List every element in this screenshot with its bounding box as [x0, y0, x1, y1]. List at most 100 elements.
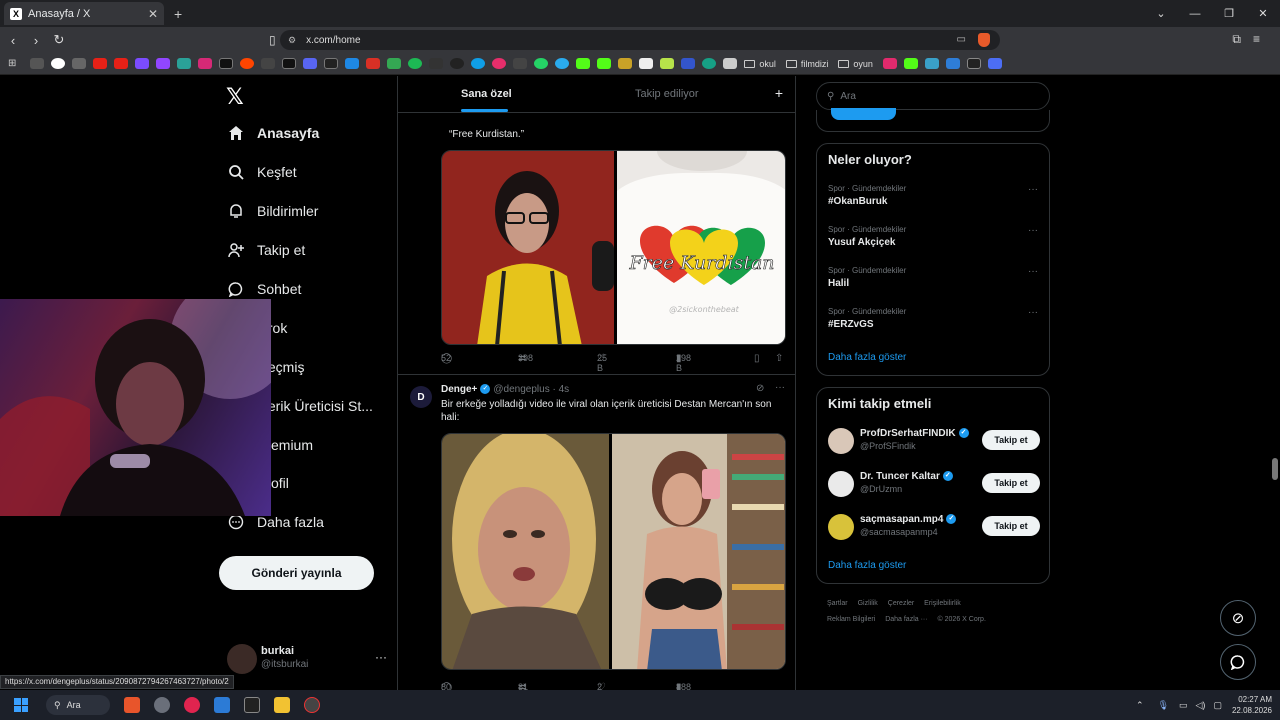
media-taskbar-icon[interactable]: [184, 697, 200, 713]
bookmark-icon[interactable]: ▯: [269, 33, 276, 47]
bookmark-tiktok-icon[interactable]: [282, 58, 297, 69]
tab-list-icon[interactable]: ⌄: [1144, 7, 1178, 20]
follow-suggestion[interactable]: Dr. Tuncer Kaltar ✓ @DrUzmn Takip et: [828, 469, 1040, 499]
bookmark-gmail-icon[interactable]: [366, 58, 381, 69]
trend-more-icon[interactable]: ···: [1028, 225, 1038, 236]
bookmark-site-icon-2[interactable]: [177, 58, 192, 69]
bookmark-site-icon-19[interactable]: [987, 58, 1002, 69]
notification-icon[interactable]: ▢: [1213, 700, 1222, 711]
bookmark-folder-oyun[interactable]: oyun: [838, 59, 873, 69]
clock[interactable]: 02:27 AM 22.08.2026: [1232, 694, 1272, 716]
trend-more-icon[interactable]: ···: [1028, 266, 1038, 277]
x-logo-icon[interactable]: 𝕏: [226, 85, 244, 110]
brave-taskbar-icon[interactable]: [124, 697, 140, 713]
network-icon[interactable]: ▭: [1179, 700, 1188, 711]
tweet-author-handle[interactable]: @dengeplus: [493, 384, 549, 395]
premium-card-button[interactable]: [831, 108, 896, 120]
follow-show-more-link[interactable]: Daha fazla göster: [828, 560, 906, 571]
bookmark-site-icon[interactable]: [135, 58, 150, 69]
bookmark-site-icon-10[interactable]: [639, 58, 654, 69]
volume-icon[interactable]: ◁): [1196, 700, 1206, 711]
tray-chevron-icon[interactable]: ⌃: [1136, 700, 1144, 711]
bookmark-folder-filmdizi[interactable]: filmdizi: [785, 59, 828, 69]
app-taskbar-icon-2[interactable]: [304, 697, 320, 713]
apps-grid-icon[interactable]: ⊞: [8, 58, 16, 69]
minimize-icon[interactable]: —: [1178, 8, 1212, 20]
trends-show-more-link[interactable]: Daha fazla göster: [828, 352, 906, 363]
bookmark-kick-icon-3[interactable]: [903, 58, 918, 69]
bookmark-site-icon-18[interactable]: [966, 58, 981, 69]
follow-suggestion[interactable]: saçmasapan.mp4 ✓ @sacmasapanmp4 Takip et: [828, 512, 1040, 542]
messages-fab-icon[interactable]: [1220, 644, 1256, 680]
forward-icon[interactable]: ›: [26, 33, 46, 48]
footer-link[interactable]: Şartlar: [827, 600, 848, 607]
bookmark-site-icon-4[interactable]: [324, 58, 339, 69]
tweet-author-name[interactable]: Denge+: [441, 384, 477, 395]
bookmark-reddit-icon[interactable]: [240, 58, 255, 69]
bookmark-site-icon-3[interactable]: [261, 58, 276, 69]
account-switcher[interactable]: burkai @itsburkai ···: [227, 644, 387, 680]
bookmark-spotify-icon[interactable]: [408, 58, 423, 69]
bookmark-site-icon-13[interactable]: [702, 58, 717, 69]
bookmark-youtube-icon[interactable]: [93, 58, 108, 69]
trend-item[interactable]: Spor · Gündemdekiler #OkanBuruk ···: [828, 184, 1038, 207]
footer-link[interactable]: Erişilebilirlik: [924, 600, 961, 607]
bookmark-twitch-icon[interactable]: [156, 58, 171, 69]
bookmark-github-icon[interactable]: [450, 58, 465, 69]
tiktok-taskbar-icon[interactable]: [244, 697, 260, 713]
bookmark-discord-icon[interactable]: [303, 58, 318, 69]
tweet-media[interactable]: Free Kurdistan @2sickonthebeat: [441, 150, 786, 345]
tab-following[interactable]: Takip ediliyor: [635, 88, 699, 100]
tweet-time[interactable]: · 4s: [553, 384, 570, 395]
browser-tab[interactable]: X Anasayfa / X ✕: [4, 2, 164, 25]
bookmark-site-icon-9[interactable]: [618, 58, 633, 69]
grok-fab-icon[interactable]: ⊘: [1220, 600, 1256, 636]
microphone-icon[interactable]: 🎙: [1158, 700, 1169, 711]
avatar[interactable]: D: [410, 386, 432, 408]
address-bar[interactable]: ⚙ x.com/home ▭: [280, 30, 1000, 50]
bookmark-site-icon-7[interactable]: [492, 58, 507, 69]
bookmark-youtube-icon-2[interactable]: [114, 58, 129, 69]
footer-link[interactable]: Çerezler: [888, 600, 914, 607]
trend-item[interactable]: Spor · Gündemdekiler Yusuf Akçiçek ···: [828, 225, 1038, 248]
bookmark-site-icon-14[interactable]: [723, 58, 738, 69]
close-window-icon[interactable]: ✕: [1246, 7, 1280, 20]
bookmark-x-icon[interactable]: [219, 58, 234, 69]
bookmark-kick-icon[interactable]: [576, 58, 591, 69]
trend-item[interactable]: Spor · Gündemdekiler Halil ···: [828, 266, 1038, 289]
bookmark-instagram-icon[interactable]: [198, 58, 213, 69]
grok-icon[interactable]: ⊘: [756, 383, 764, 394]
search-input[interactable]: ⚲ Ara: [816, 82, 1050, 110]
trend-more-icon[interactable]: ···: [1028, 184, 1038, 195]
nav-explore[interactable]: Keşfet: [227, 163, 297, 181]
bookmark-site-icon-12[interactable]: [681, 58, 696, 69]
follow-button[interactable]: Takip et: [982, 516, 1040, 536]
nav-follow[interactable]: Takip et: [227, 241, 305, 259]
scrollbar-thumb[interactable]: [1272, 458, 1278, 480]
bookmark-folder-okul[interactable]: okul: [744, 59, 776, 69]
bookmark-telegram-icon[interactable]: [555, 58, 570, 69]
file-explorer-icon[interactable]: [274, 697, 290, 713]
maximize-icon[interactable]: ❐: [1212, 7, 1246, 20]
close-tab-icon[interactable]: ✕: [148, 7, 158, 21]
footer-link[interactable]: Reklam Bilgileri: [827, 616, 875, 623]
taskbar-search[interactable]: ⚲ Ara: [46, 695, 110, 715]
brave-shield-icon[interactable]: [978, 33, 990, 47]
follow-suggestion[interactable]: ProfDrSerhatFINDIK ✓ @ProfSFindik Takip e…: [828, 426, 1040, 456]
bookmark-site-icon-6[interactable]: [429, 58, 444, 69]
bookmark-site-icon-16[interactable]: [924, 58, 939, 69]
windows-start-icon[interactable]: [14, 698, 28, 712]
tweet-media[interactable]: [441, 433, 786, 670]
trend-more-icon[interactable]: ···: [1028, 307, 1038, 318]
extensions-icon[interactable]: ⧉≡: [1232, 32, 1272, 47]
photos-taskbar-icon[interactable]: [214, 697, 230, 713]
cast-icon[interactable]: ▭: [957, 34, 966, 45]
footer-link[interactable]: Gizlilik: [858, 600, 878, 607]
bookmark-google-icon[interactable]: [51, 58, 66, 69]
add-tab-icon[interactable]: +: [775, 85, 783, 101]
bookmark-drive-icon[interactable]: [387, 58, 402, 69]
bookmark-site-icon-17[interactable]: [945, 58, 960, 69]
follow-button[interactable]: Takip et: [982, 473, 1040, 493]
nav-home[interactable]: Anasayfa: [227, 124, 319, 142]
site-info-icon[interactable]: ⚙: [288, 35, 296, 46]
